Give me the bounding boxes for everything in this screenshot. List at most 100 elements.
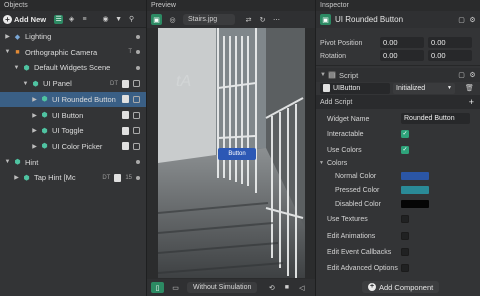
- search-icon[interactable]: ⚲: [127, 15, 136, 24]
- camera-icon: ■: [15, 48, 20, 56]
- filter-icon[interactable]: ▼: [114, 15, 123, 24]
- layer-badge: T: [128, 49, 132, 56]
- script-name-field[interactable]: UIButton: [320, 82, 390, 94]
- inspector-panel-title: Inspector: [316, 0, 480, 11]
- add-script-plus-icon[interactable]: +: [469, 97, 474, 107]
- widget-name-input[interactable]: Rounded Button: [401, 113, 470, 124]
- tree-item[interactable]: ▶ ⬢ UI Button: [0, 108, 146, 123]
- script-state-select[interactable]: Initialized ▼: [393, 82, 455, 94]
- add-script-button[interactable]: Add Script: [320, 99, 352, 106]
- scroll-icon[interactable]: ≡: [80, 15, 89, 24]
- lock-icon[interactable]: ▢: [457, 15, 466, 24]
- colors-collapse-icon[interactable]: ▼: [319, 160, 324, 166]
- enable-checkbox[interactable]: [133, 95, 140, 103]
- colors-group-row[interactable]: ▼ Colors: [316, 156, 480, 170]
- enable-checkbox[interactable]: [133, 127, 140, 135]
- preview-ui-button[interactable]: Button: [218, 148, 256, 160]
- rotate-icon[interactable]: ⟲: [267, 283, 276, 292]
- collapsed-arrow-icon[interactable]: ▶: [31, 127, 38, 134]
- objects-panel: Objects + Add New ☰ ◈ ≡ ◉ ▼ ⚲ ▶ ◆ Lighting…: [0, 0, 146, 296]
- edit-advanced-label: Edit Advanced Options: [327, 264, 398, 272]
- preview-mode-icon[interactable]: ▣: [151, 14, 162, 25]
- add-new-button[interactable]: + Add New: [3, 14, 47, 24]
- add-script-row[interactable]: Add Script +: [316, 95, 480, 109]
- visibility-dot[interactable]: [136, 50, 140, 55]
- tree-item[interactable]: ▼ ⬢ Default Widgets Scene: [0, 60, 146, 75]
- inspector-panel: Inspector ▣ UI Rounded Button ▢ ⚙ Pivot …: [316, 0, 480, 296]
- tree-item-controls: [122, 95, 140, 104]
- tree-item[interactable]: ▶ ⬢ UI Rounded Button: [0, 91, 146, 107]
- objects-toolbar: + Add New ☰ ◈ ≡ ◉ ▼ ⚲: [0, 11, 146, 28]
- layers-icon[interactable]: ◈: [67, 15, 76, 24]
- visibility-dot[interactable]: [136, 65, 140, 70]
- simulation-mode-select[interactable]: Without Simulation: [187, 282, 258, 293]
- device-phone-icon[interactable]: ▯: [151, 282, 164, 293]
- enable-checkbox[interactable]: [133, 142, 140, 150]
- collapsed-arrow-icon[interactable]: ▶: [4, 33, 11, 40]
- expanded-arrow-icon[interactable]: ▼: [4, 159, 11, 165]
- visibility-dot[interactable]: [136, 34, 140, 39]
- edit-advanced-row: Edit Advanced Options: [316, 261, 480, 275]
- pivot-label: Pivot Position: [320, 39, 363, 47]
- collapsed-arrow-icon[interactable]: ▶: [31, 96, 38, 103]
- collapse-arrow-icon[interactable]: ▼: [320, 72, 328, 78]
- object-name: UI Rounded Button: [335, 15, 404, 24]
- swap-icon[interactable]: ⇄: [244, 15, 253, 24]
- pressed-color-swatch[interactable]: [401, 186, 429, 194]
- visibility-icon[interactable]: ◉: [101, 15, 110, 24]
- tree-item[interactable]: ▶ ⬢ Tap Hint [Mc DT 15: [0, 170, 146, 185]
- collapsed-arrow-icon[interactable]: ▶: [31, 143, 38, 150]
- preview-viewport[interactable]: tA Button: [158, 28, 305, 278]
- collapsed-arrow-icon[interactable]: ▶: [13, 174, 20, 181]
- pivot-y-input[interactable]: 0.00: [428, 37, 472, 48]
- edit-advanced-checkbox[interactable]: [401, 264, 409, 272]
- expanded-arrow-icon[interactable]: ▼: [4, 49, 11, 55]
- tree-item[interactable]: ▶ ◆ Lighting: [0, 29, 146, 44]
- pivot-x-input[interactable]: 0.00: [380, 37, 424, 48]
- preview-file-field[interactable]: Stairs.jpg: [183, 14, 235, 25]
- script-select-row: UIButton Initialized ▼ 🗑: [316, 81, 480, 95]
- tree-item[interactable]: ▼ ⬢ UI Panel DT: [0, 76, 146, 91]
- component-toggle-icon[interactable]: ▢: [457, 71, 466, 80]
- more-icon[interactable]: ⋯: [272, 15, 281, 24]
- normal-color-swatch[interactable]: [401, 172, 429, 180]
- tree-item[interactable]: ▶ ⬢ UI Color Picker: [0, 139, 146, 154]
- delete-icon[interactable]: 🗑: [465, 84, 474, 93]
- video-icon[interactable]: ■: [282, 283, 291, 292]
- visibility-dot[interactable]: [136, 175, 140, 180]
- visibility-dot[interactable]: [136, 160, 140, 165]
- expanded-arrow-icon[interactable]: ▼: [13, 65, 20, 71]
- disabled-color-swatch[interactable]: [401, 200, 429, 208]
- rotation-y-input[interactable]: 0.00: [428, 50, 472, 61]
- edit-callbacks-checkbox[interactable]: [401, 248, 409, 256]
- list-view-icon[interactable]: ☰: [54, 14, 64, 24]
- script-attached-icon: [122, 95, 129, 104]
- settings-icon[interactable]: ⚙: [468, 15, 477, 24]
- tree-item[interactable]: ▶ ⬢ UI Toggle: [0, 123, 146, 138]
- expanded-arrow-icon[interactable]: ▼: [22, 81, 29, 87]
- tree-item[interactable]: ▼ ⬢ Hint: [0, 155, 146, 170]
- use-colors-checkbox[interactable]: ✓: [401, 146, 409, 154]
- preview-bottom-bar: ▯ ▭ Without Simulation ⟲ ■ ◁: [147, 279, 315, 296]
- add-new-label: Add New: [14, 14, 47, 24]
- add-component-button[interactable]: + Add Component: [362, 281, 440, 293]
- script-component-header[interactable]: ▼ ▤ Script ▢ ⚙: [316, 68, 480, 82]
- disabled-color-label: Disabled Color: [335, 200, 381, 208]
- tree-item-label: UI Button: [52, 110, 84, 120]
- layer-badge: DT: [102, 174, 111, 181]
- tree-item[interactable]: ▼ ■ Orthographic Camera T: [0, 45, 146, 60]
- rotation-x-input[interactable]: 0.00: [380, 50, 424, 61]
- tree-item-controls: DT: [110, 79, 140, 88]
- collapsed-arrow-icon[interactable]: ▶: [31, 112, 38, 119]
- device-tablet-icon[interactable]: ▭: [170, 282, 181, 293]
- camera-source-icon[interactable]: ◎: [167, 14, 178, 25]
- component-settings-icon[interactable]: ⚙: [468, 71, 477, 80]
- enable-checkbox[interactable]: [133, 80, 140, 88]
- reload-icon[interactable]: ↻: [258, 15, 267, 24]
- edit-animations-checkbox[interactable]: [401, 232, 409, 240]
- enable-checkbox[interactable]: [133, 111, 140, 119]
- preview-panel-title: Preview: [147, 0, 315, 11]
- use-textures-checkbox[interactable]: [401, 215, 409, 223]
- sound-icon[interactable]: ◁: [297, 283, 306, 292]
- interactable-checkbox[interactable]: ✓: [401, 130, 409, 138]
